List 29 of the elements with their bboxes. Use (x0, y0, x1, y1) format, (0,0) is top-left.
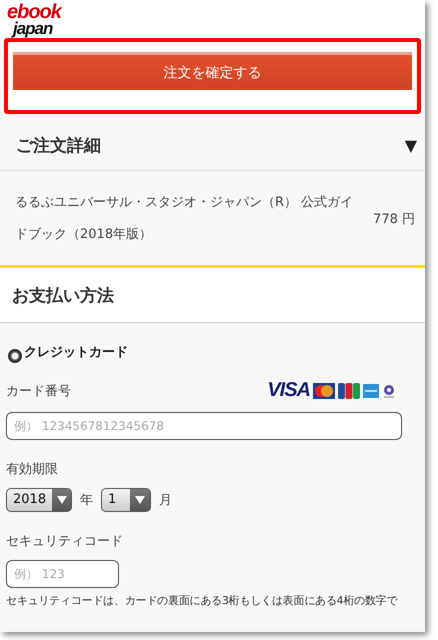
toggle-icon[interactable]: ▼ (404, 136, 417, 154)
dropdown-icon (56, 496, 67, 504)
card-brand-logo: VISA (267, 379, 310, 402)
card-logo-icon (363, 384, 379, 398)
item-title: るるぶユニバーサル・スタジオ・ジャパン（R） 公式ガイドブック（2018年版） (15, 194, 354, 244)
card-round-icon (382, 382, 396, 398)
security-code-field[interactable]: 例） 123 (6, 560, 119, 588)
section-header[interactable]: ご注文詳細 ▼ (0, 120, 425, 171)
card-circles-icon (313, 382, 335, 398)
payment-method-label: クレジットカード (24, 344, 128, 361)
unit-label: 年 (80, 492, 93, 509)
confirm-order-button[interactable]: 注文を確定する (13, 52, 412, 90)
dropdown-icon (135, 496, 145, 504)
logo-text: ebook (7, 3, 61, 21)
field-label: カード番号 (6, 382, 71, 400)
year-select[interactable]: 2018 (6, 488, 72, 512)
section-title: お支払い方法 (12, 284, 114, 306)
security-code-note: セキュリティコードは、カードの裏面にある3桁もしくは表面にある4桁の数字で (6, 594, 398, 608)
radio-button[interactable] (8, 349, 22, 363)
card-number-field[interactable]: 例） 1234567812345678 (6, 412, 402, 440)
unit-label: 月 (159, 492, 172, 509)
logo-text: japan (13, 21, 54, 36)
month-select[interactable]: 1 (101, 488, 151, 512)
section-title: ご注文詳細 (16, 134, 101, 156)
field-label: 有効期限 (6, 461, 58, 478)
card-stripes-icon (338, 382, 360, 398)
item-price: 778 円 (373, 211, 415, 228)
field-label: セキュリティコード (6, 533, 123, 550)
logo[interactable]: ebook japan (7, 3, 61, 36)
